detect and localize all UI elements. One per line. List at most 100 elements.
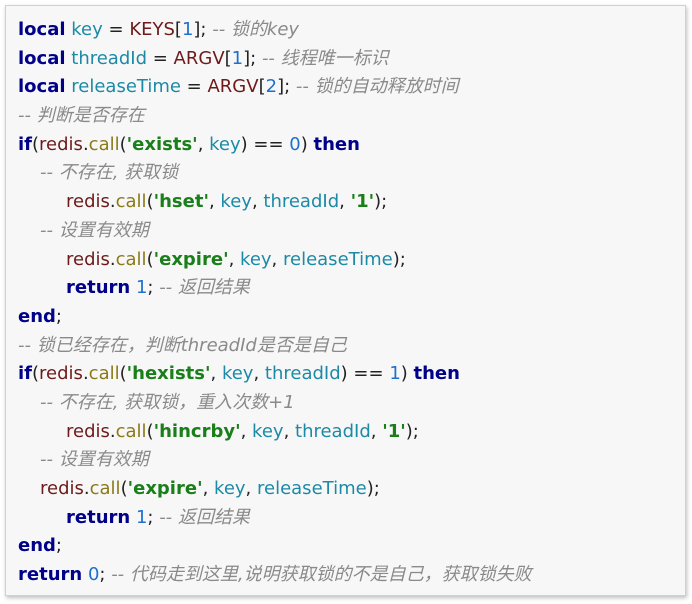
comment-token: -- 不存在, 获取锁 bbox=[40, 162, 179, 184]
identifier-token: key bbox=[220, 191, 252, 213]
comment-token: -- 设置有效期 bbox=[40, 449, 149, 471]
code-line: if(redis.call('exists', key) == 0) then bbox=[18, 131, 683, 160]
operator-token: , bbox=[210, 363, 222, 385]
number-token: 1 bbox=[135, 506, 148, 528]
operator-token: ; bbox=[55, 305, 62, 327]
string-token: '1' bbox=[350, 191, 375, 213]
identifier-token: key bbox=[240, 248, 272, 270]
comment-token: -- 线程唯一标识 bbox=[261, 47, 389, 69]
number-token: 0 bbox=[87, 564, 100, 586]
operator-token: ); bbox=[405, 420, 419, 442]
code-line: redis.call('hincrby', key, threadId, '1'… bbox=[18, 418, 683, 447]
keyword-token: then bbox=[413, 363, 460, 385]
code-line: -- 锁已经存在，判断threadId是否是自己 bbox=[18, 332, 683, 361]
comment-token: -- 锁的key bbox=[212, 19, 300, 40]
function-token: call bbox=[89, 478, 121, 499]
identifier-token: threadId bbox=[295, 420, 371, 442]
code-line: end; bbox=[18, 303, 683, 332]
code-line: redis.call('hset', key, threadId, '1'); bbox=[18, 188, 683, 217]
code-line: return 1; -- 返回结果 bbox=[18, 504, 683, 533]
operator-token: [ bbox=[174, 19, 182, 40]
operator-token: , bbox=[228, 248, 241, 270]
number-token: 1 bbox=[389, 363, 401, 385]
code-line: local releaseTime = ARGV[2]; -- 锁的自动释放时间 bbox=[18, 73, 683, 102]
identifier-token: threadId bbox=[264, 363, 341, 385]
code-line: local key = KEYS[1]; -- 锁的key bbox=[18, 16, 683, 45]
global-token: redis bbox=[39, 363, 83, 385]
code-line: return 1; -- 返回结果 bbox=[18, 274, 683, 303]
string-token: 'hincrby' bbox=[153, 420, 241, 442]
function-token: call bbox=[88, 363, 120, 385]
number-token: 1 bbox=[181, 19, 194, 40]
operator-token: ; bbox=[55, 535, 62, 557]
operator-token: ( bbox=[120, 478, 128, 499]
operator-token: ) == bbox=[240, 133, 290, 155]
global-token: ARGV bbox=[173, 47, 225, 69]
comment-token: -- 设置有效期 bbox=[40, 219, 149, 241]
identifier-token: key bbox=[71, 19, 103, 40]
number-token: 0 bbox=[289, 133, 301, 155]
code-listing: local key = KEYS[1]; -- 锁的key local threa… bbox=[18, 16, 683, 590]
global-token: redis bbox=[40, 478, 84, 499]
keyword-token: return bbox=[66, 277, 131, 299]
string-token: 'hexists' bbox=[126, 363, 211, 385]
operator-token: , bbox=[370, 420, 383, 442]
identifier-token: key bbox=[252, 420, 284, 442]
global-token: redis bbox=[66, 420, 110, 442]
keyword-token: return bbox=[66, 506, 131, 528]
operator-token: ) bbox=[400, 363, 414, 385]
operator-token: ); bbox=[392, 248, 406, 270]
operator-token: ( bbox=[32, 133, 40, 155]
string-token: 'hset' bbox=[153, 191, 209, 213]
function-token: call bbox=[115, 248, 147, 270]
comment-token: -- 代码走到这里,说明获取锁的不是自己，获取锁失败 bbox=[111, 564, 532, 586]
identifier-token: releaseTime bbox=[71, 76, 181, 98]
code-line: -- 设置有效期 bbox=[18, 217, 683, 246]
keyword-token: end bbox=[18, 305, 56, 327]
code-line: return 0; -- 代码走到这里,说明获取锁的不是自己，获取锁失败 bbox=[18, 561, 683, 590]
operator-token: ( bbox=[119, 363, 127, 385]
operator-token: , bbox=[208, 191, 221, 213]
operator-token: ( bbox=[146, 420, 154, 442]
number-token: 2 bbox=[265, 76, 278, 98]
code-line: local threadId = ARGV[1]; -- 线程唯一标识 bbox=[18, 45, 683, 74]
operator-token: ( bbox=[146, 191, 154, 213]
code-line: redis.call('expire', key, releaseTime); bbox=[18, 475, 683, 504]
identifier-token: key bbox=[221, 363, 254, 385]
operator-token: , bbox=[197, 133, 210, 155]
comment-token: -- 不存在, 获取锁，重入次数+1 bbox=[40, 391, 295, 413]
keyword-token: local bbox=[18, 76, 66, 98]
operator-token: ]; bbox=[277, 76, 296, 98]
code-block: local key = KEYS[1]; -- 锁的key local threa… bbox=[5, 5, 686, 596]
operator-token: = bbox=[147, 47, 174, 69]
code-line: if(redis.call('hexists', key, threadId) … bbox=[18, 360, 683, 389]
identifier-token: key bbox=[214, 478, 246, 499]
string-token: 'expire' bbox=[127, 478, 203, 499]
number-token: 1 bbox=[231, 47, 244, 69]
identifier-token: releaseTime bbox=[257, 478, 367, 499]
operator-token: ( bbox=[119, 133, 127, 155]
operator-token: , bbox=[245, 478, 257, 499]
operator-token: ) bbox=[300, 133, 314, 155]
comment-token: -- 判断是否存在 bbox=[18, 105, 145, 127]
comment-token: -- 返回结果 bbox=[159, 277, 250, 299]
operator-token: [ bbox=[258, 76, 266, 98]
operator-token: ; bbox=[147, 277, 160, 299]
number-token: 1 bbox=[135, 277, 148, 299]
operator-token: , bbox=[253, 363, 265, 385]
comment-token: -- 返回结果 bbox=[159, 506, 250, 528]
string-token: 'exists' bbox=[126, 133, 198, 155]
operator-token: ; bbox=[99, 564, 112, 586]
operator-token: ]; bbox=[193, 19, 213, 40]
operator-token: ) == bbox=[340, 363, 390, 385]
keyword-token: local bbox=[18, 19, 66, 40]
global-token: redis bbox=[39, 133, 83, 155]
global-token: ARGV bbox=[207, 76, 259, 98]
operator-token: , bbox=[339, 191, 351, 213]
operator-token: = bbox=[180, 76, 208, 98]
code-line: -- 不存在, 获取锁，重入次数+1 bbox=[18, 389, 683, 418]
global-token: KEYS bbox=[129, 19, 175, 40]
identifier-token: key bbox=[209, 133, 241, 155]
code-line: redis.call('expire', key, releaseTime); bbox=[18, 246, 683, 275]
operator-token: , bbox=[251, 191, 264, 213]
